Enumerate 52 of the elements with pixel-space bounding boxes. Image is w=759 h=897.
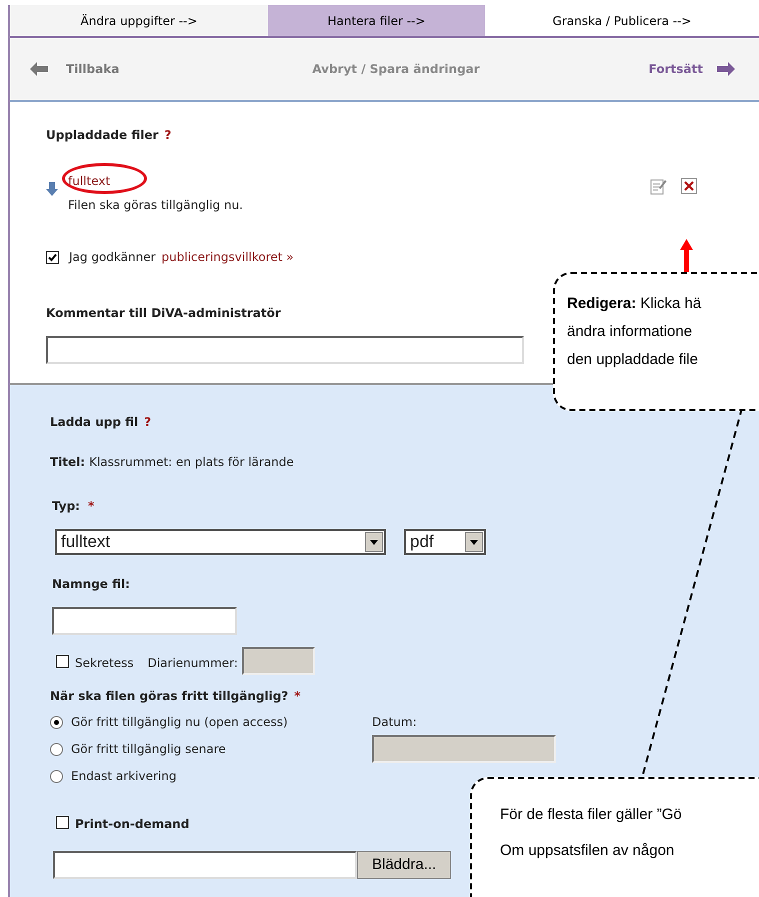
terms-link[interactable]: publiceringsvillkoret » [162, 248, 294, 266]
callout-text: ändra informatione [567, 322, 692, 342]
help-link[interactable]: ? [144, 413, 152, 431]
title-label: Titel: [50, 454, 86, 471]
title-value: Klassrummet: en plats för lärande [89, 454, 294, 471]
step-tab[interactable]: Hantera filer --> [268, 5, 485, 36]
radio-button[interactable] [50, 716, 63, 728]
radio-label: Endast arkivering [71, 768, 176, 785]
browse-button[interactable]: Bläddra... [357, 851, 452, 879]
callout-text: Redigera: Klicka hä [567, 294, 702, 314]
file-name-input[interactable] [52, 607, 237, 635]
type-select[interactable]: fulltext [55, 529, 386, 555]
pointer-arrow [680, 239, 693, 273]
right-arrow-icon [717, 62, 735, 76]
print-checkbox[interactable] [56, 816, 69, 828]
diary-label: Diarienummer: [148, 655, 238, 672]
help-link[interactable]: ? [164, 126, 172, 144]
step-tab[interactable]: Ändra uppgifter --> [10, 5, 268, 36]
file-link[interactable]: fulltext [68, 172, 110, 190]
agree-label: Jag godkänner [69, 249, 156, 266]
required-mark: * [88, 498, 94, 515]
radio-button[interactable] [50, 742, 63, 756]
format-select[interactable]: pdf [404, 529, 486, 555]
required-mark: * [294, 688, 301, 705]
callout-text: Om uppsatsfilen av någon [500, 841, 674, 861]
file-path-input[interactable] [53, 851, 357, 879]
date-label: Datum: [372, 714, 417, 731]
print-label: Print-on-demand [75, 816, 190, 833]
section-heading: Uppladdade filer [46, 127, 158, 144]
edit-icon[interactable] [650, 178, 667, 195]
availability-label: När ska filen göras fritt tillgänglig? [50, 688, 288, 705]
continue-button[interactable]: Fortsätt [648, 60, 735, 78]
download-arrow-icon [46, 182, 58, 196]
left-arrow-icon [30, 62, 48, 76]
back-button[interactable]: Tillbaka [30, 60, 120, 78]
secrecy-label: Sekretess [75, 655, 134, 672]
file-note: Filen ska göras tillgänglig nu. [68, 197, 243, 214]
name-label: Namnge fil: [52, 576, 130, 593]
agree-checkbox[interactable] [46, 250, 59, 264]
radio-button[interactable] [50, 770, 63, 782]
secrecy-checkbox[interactable] [56, 654, 69, 668]
radio-label: Gör fritt tillgänglig nu (open access) [71, 714, 288, 731]
comment-input[interactable] [46, 336, 524, 364]
callout-text: den uppladdade file [567, 350, 698, 370]
callout-text: För de flesta filer gäller ”Gö [500, 805, 682, 825]
date-input[interactable] [372, 735, 556, 763]
delete-icon[interactable] [681, 178, 697, 194]
section-heading: Ladda upp fil [50, 414, 138, 431]
diary-number-input[interactable] [242, 647, 315, 675]
comment-label: Kommentar till DiVA-administratör [46, 305, 281, 322]
type-label: Typ: [52, 498, 80, 515]
radio-label: Gör fritt tillgänglig senare [71, 741, 226, 758]
